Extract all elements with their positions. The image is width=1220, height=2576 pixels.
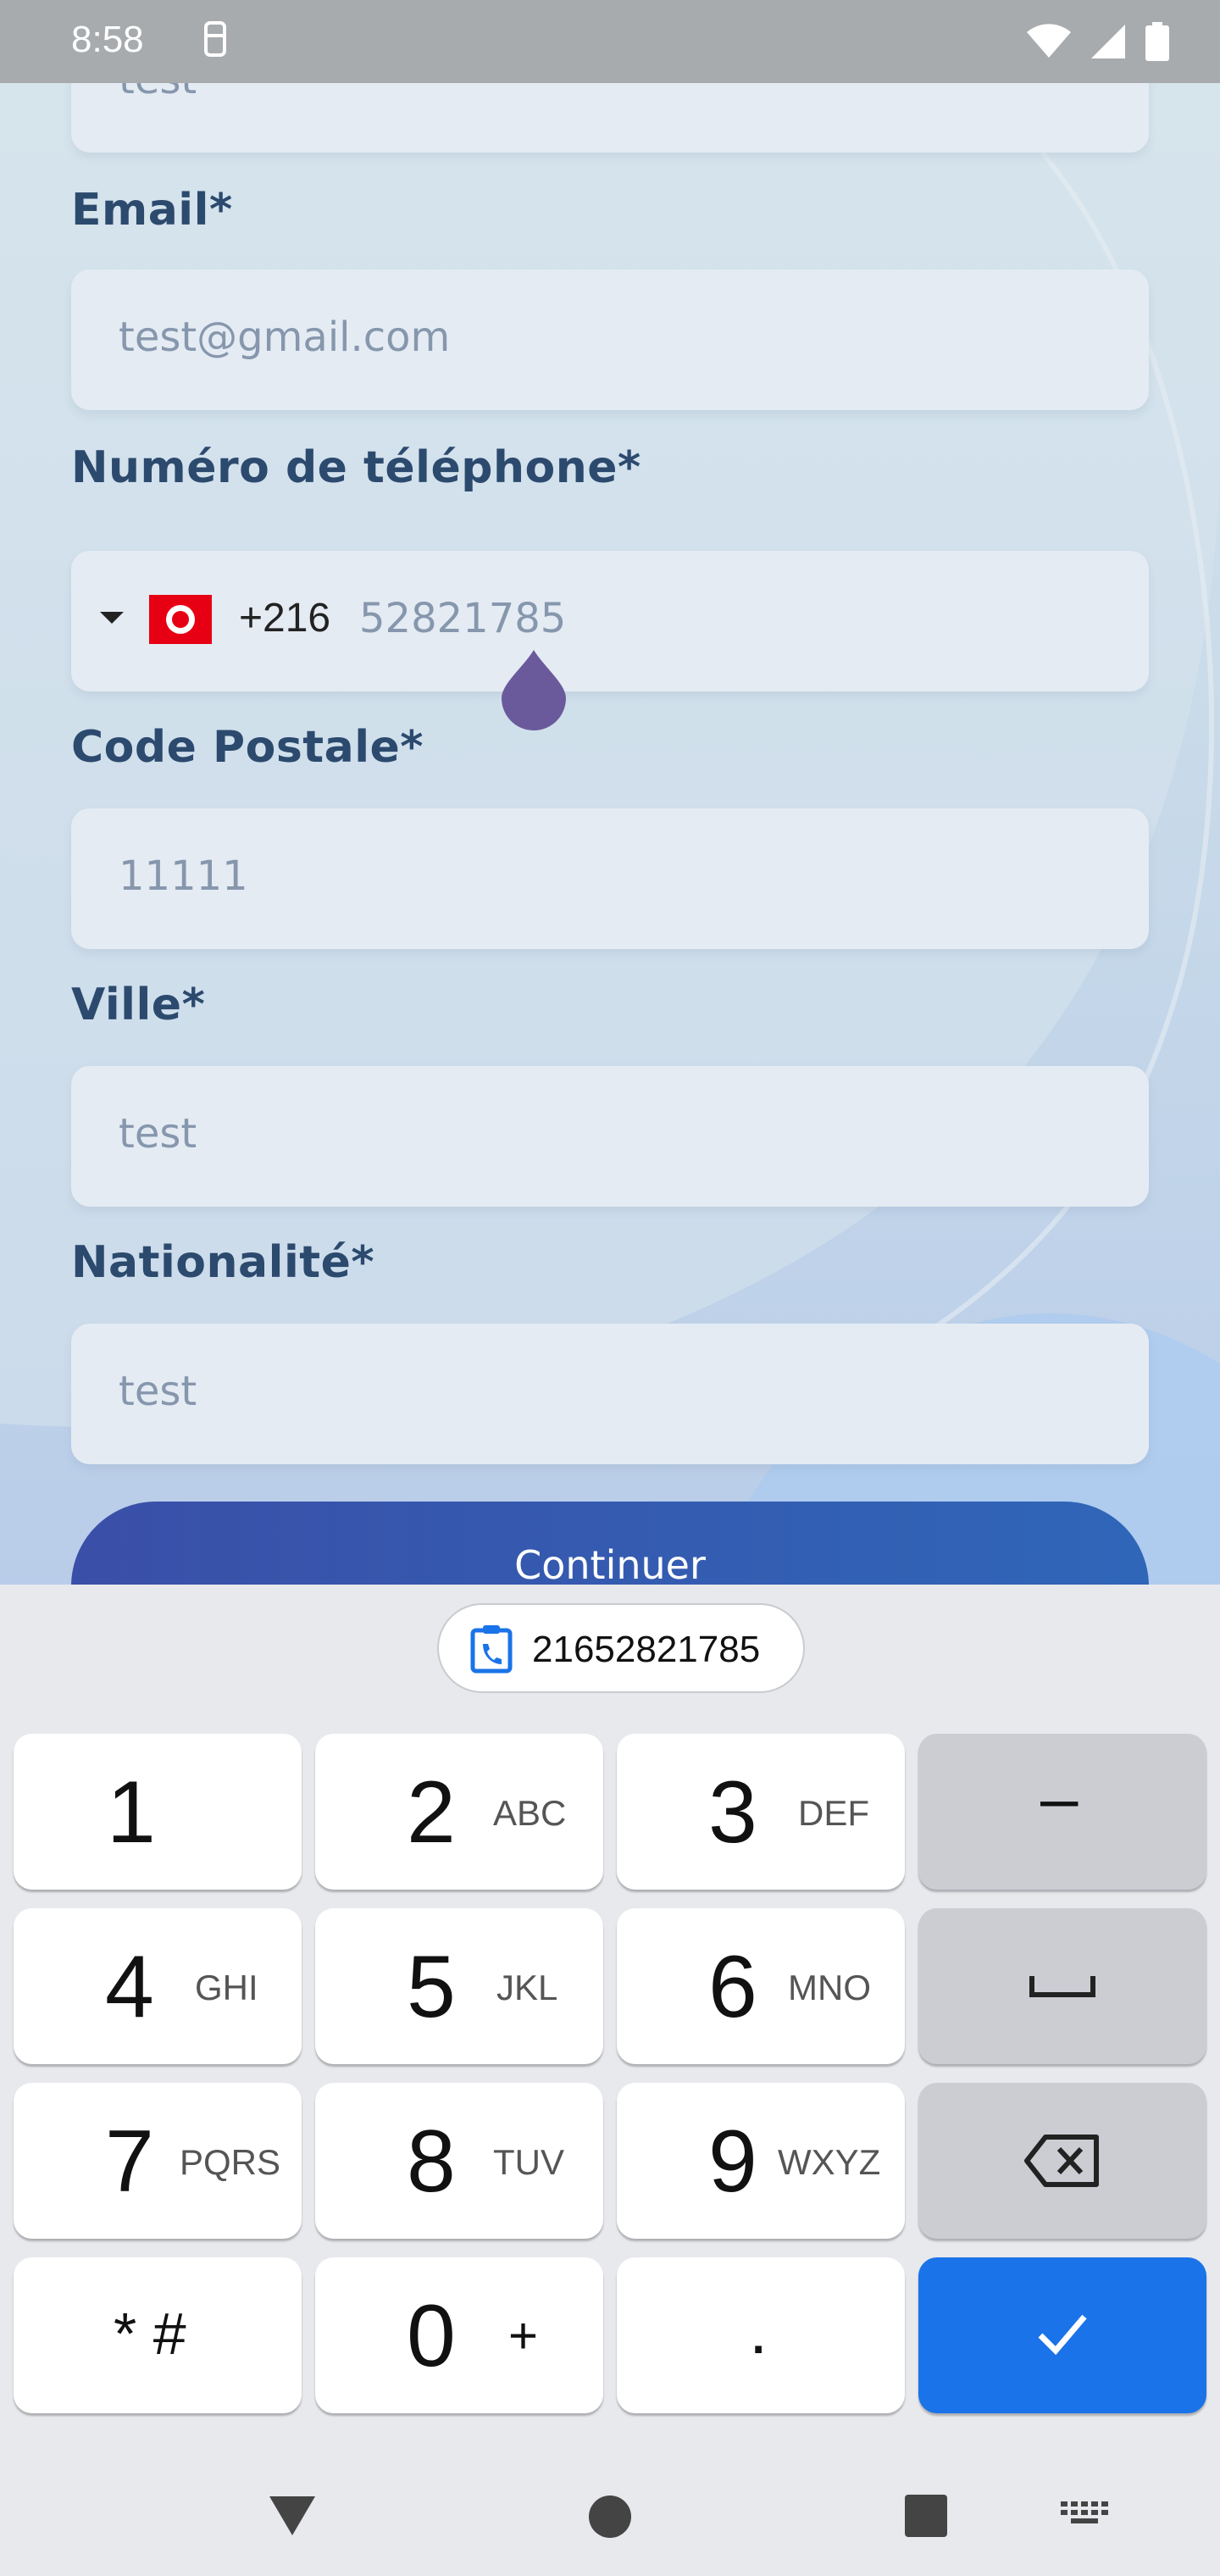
continue-label: Continuer	[514, 1542, 706, 1588]
navigation-bar	[0, 2474, 1220, 2576]
key-digit: 8	[407, 2112, 456, 2211]
postal-field[interactable]: 11111	[71, 808, 1149, 949]
key-digit: 1	[107, 1763, 156, 1862]
space-bar-icon	[1029, 1976, 1095, 1997]
checkmark-icon	[1038, 2314, 1087, 2356]
phone-label: Numéro de téléphone*	[71, 442, 641, 493]
nationality-value: test	[119, 1368, 197, 1415]
key-digit: 6	[708, 1938, 757, 2036]
sim-icon	[204, 21, 226, 57]
key-6[interactable]: 6 MNO	[617, 1908, 905, 2064]
email-label: Email*	[71, 185, 233, 236]
key-space[interactable]	[918, 1908, 1206, 2064]
suggestion-text: 21652821785	[532, 1629, 761, 1670]
postal-label: Code Postale*	[71, 722, 424, 773]
nationality-field[interactable]: test	[71, 1324, 1149, 1464]
key-5[interactable]: 5 JKL	[315, 1908, 603, 2064]
key-8[interactable]: 8 TUV	[315, 2083, 603, 2239]
home-icon[interactable]	[588, 2495, 632, 2539]
city-field[interactable]: test	[71, 1066, 1149, 1207]
back-icon[interactable]	[268, 2495, 317, 2537]
key-letters: DEF	[798, 1793, 869, 1833]
phone-value: 52821785	[359, 595, 567, 642]
key-digit: .	[749, 2292, 768, 2368]
signal-icon	[1091, 25, 1125, 58]
key-4[interactable]: 4 GHI	[14, 1908, 302, 2064]
key-symbols: * #	[114, 2301, 186, 2367]
key-letters: JKL	[496, 1968, 558, 2007]
battery-icon	[1145, 22, 1169, 61]
country-code: +216	[239, 596, 331, 641]
key-letters: GHI	[195, 1968, 258, 2007]
status-bar: 8:58	[0, 0, 1220, 83]
key-digit: 3	[708, 1763, 757, 1862]
nationality-label: Nationalité*	[71, 1237, 375, 1288]
keyboard-switch-icon[interactable]	[1061, 2501, 1110, 2529]
dash-glyph: –	[1040, 1760, 1079, 1835]
email-value: test@gmail.com	[119, 314, 451, 361]
key-1[interactable]: 1	[14, 1734, 302, 1890]
backspace-icon	[1024, 2135, 1099, 2187]
postal-value: 11111	[119, 852, 248, 900]
key-star-hash[interactable]: * #	[14, 2257, 302, 2413]
phone-field[interactable]: +216 52821785	[71, 551, 1149, 691]
key-letters: WXYZ	[778, 2142, 881, 2182]
key-letters: ABC	[493, 1793, 567, 1833]
country-dropdown-icon[interactable]	[100, 612, 124, 624]
key-backspace[interactable]	[918, 2083, 1206, 2239]
key-letters: TUV	[493, 2142, 564, 2182]
numeric-keyboard: 21652821785 1 2 ABC 3 DEF – 4 GHI 5 JKL …	[0, 1585, 1220, 2576]
key-3[interactable]: 3 DEF	[617, 1734, 905, 1890]
key-digit: 5	[407, 1938, 456, 2036]
email-field[interactable]: test@gmail.com	[71, 269, 1149, 410]
clipboard-phone-icon	[470, 1625, 513, 1674]
key-9[interactable]: 9 WXYZ	[617, 2083, 905, 2239]
text-cursor-handle-icon[interactable]	[500, 646, 568, 730]
key-digit: 0	[407, 2287, 456, 2385]
key-digit: 9	[708, 2112, 757, 2211]
key-0[interactable]: 0 +	[315, 2257, 603, 2413]
wifi-icon	[1027, 24, 1071, 58]
clipboard-suggestion-chip[interactable]: 21652821785	[437, 1603, 805, 1693]
key-period[interactable]: .	[617, 2257, 905, 2413]
tunisia-flag-icon[interactable]	[149, 595, 212, 644]
key-done[interactable]	[918, 2257, 1206, 2413]
city-value: test	[119, 1110, 197, 1158]
city-label: Ville*	[71, 980, 206, 1030]
key-dash[interactable]: –	[918, 1734, 1206, 1890]
recents-icon[interactable]	[905, 2495, 947, 2537]
key-digit: 2	[407, 1763, 456, 1862]
key-digit: 4	[105, 1938, 154, 2036]
key-7[interactable]: 7 PQRS	[14, 2083, 302, 2239]
key-letters: +	[508, 2307, 539, 2364]
key-digit: 7	[105, 2112, 154, 2211]
status-time: 8:58	[71, 19, 144, 60]
key-2[interactable]: 2 ABC	[315, 1734, 603, 1890]
key-letters: PQRS	[180, 2142, 281, 2182]
key-letters: MNO	[788, 1968, 871, 2007]
